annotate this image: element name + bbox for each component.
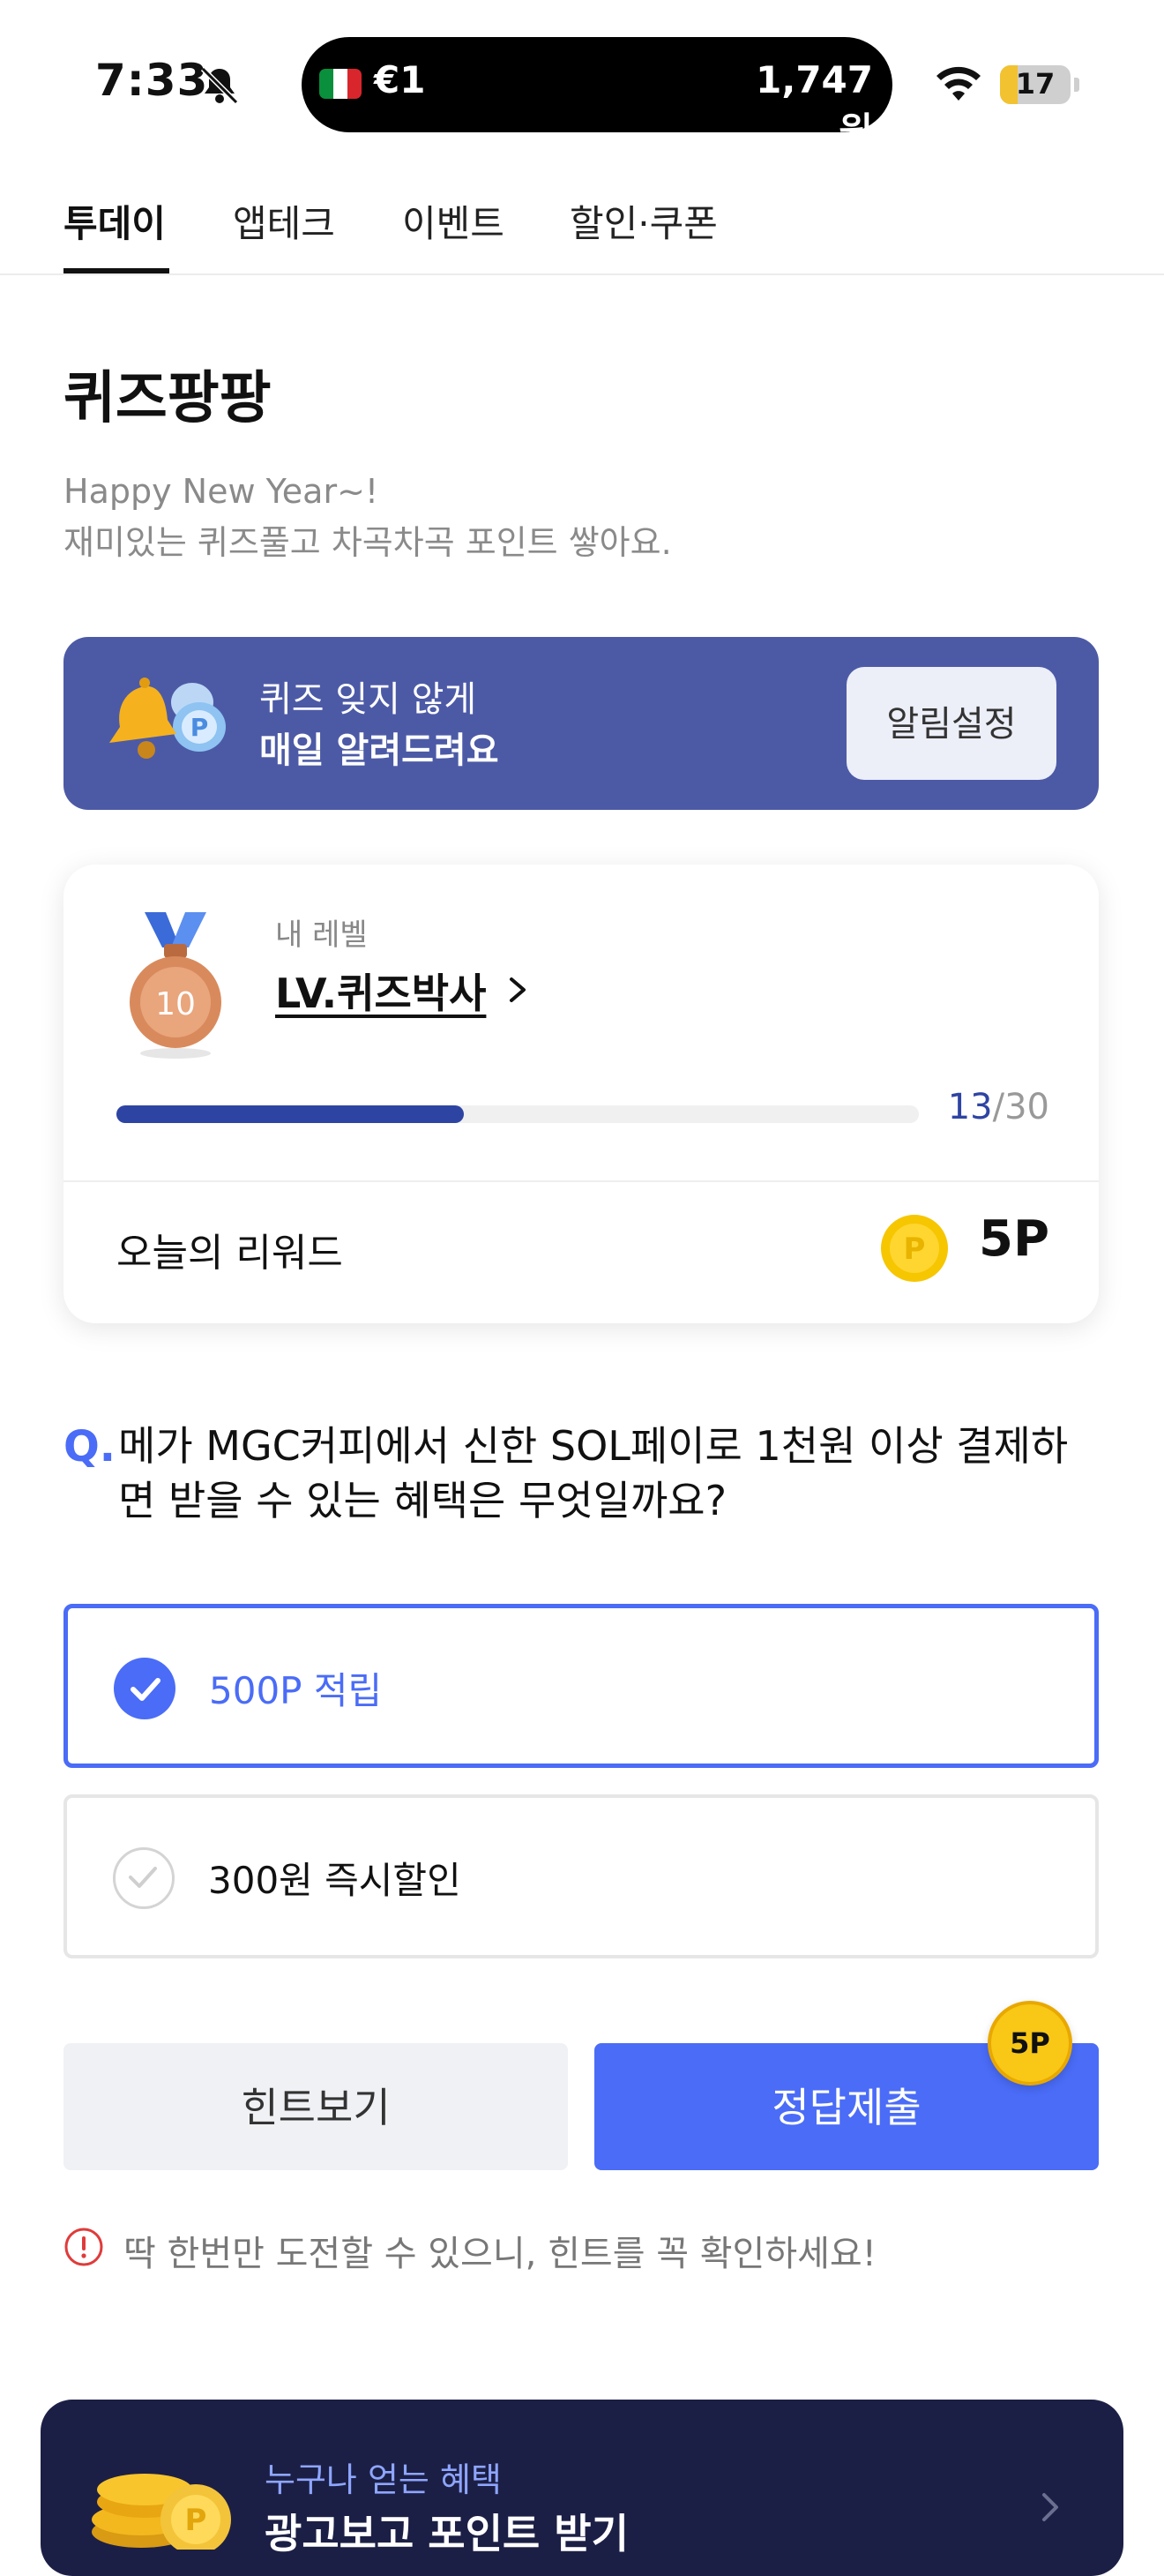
page-title: 퀴즈팡팡: [63, 366, 272, 431]
svg-text:P: P: [904, 1232, 926, 1267]
active-tab-indicator: [63, 268, 169, 273]
coin-stack-icon: P: [92, 2474, 231, 2550]
page-subtitle: Happy New Year~! 재미있는 퀴즈풀고 차곡차곡 포인트 쌓아요.: [63, 472, 672, 562]
bronze-medal-icon: 10: [130, 912, 221, 1059]
tab-bar: 투데이 앱테크 이벤트 할인·쿠폰: [0, 185, 1164, 275]
card-divider: [63, 1180, 1099, 1182]
question-mark: Q.: [63, 1422, 116, 1471]
chevron-right-icon[interactable]: [504, 972, 531, 1007]
checked-icon: [114, 1658, 175, 1719]
tab-today[interactable]: 투데이: [63, 194, 166, 248]
live-activity-amount: €1: [374, 58, 426, 101]
level-name-link[interactable]: LV.퀴즈박사: [275, 962, 486, 1020]
submit-reward-badge: 5P: [988, 2001, 1072, 2086]
chevron-right-icon: [1042, 2493, 1058, 2521]
banner-text-2: 매일 알려드려요: [259, 730, 499, 771]
svg-text:10: 10: [155, 986, 196, 1022]
svg-text:P: P: [190, 713, 209, 742]
level-progress-fill: [116, 1105, 465, 1123]
today-reward-value: 5P: [978, 1210, 1049, 1268]
promo-title: 광고보고 포인트 받기: [265, 2510, 629, 2557]
level-progress-bar: [116, 1105, 919, 1123]
battery-nub: [1074, 78, 1079, 92]
banner-text-1: 퀴즈 잊지 않게: [259, 679, 477, 720]
status-time: 7:33: [95, 55, 209, 106]
tab-apptech[interactable]: 앱테크: [233, 194, 335, 248]
question-text: 메가 MGC커피에서 신한 SOL페이로 1천원 이상 결제하면 받을 수 있는…: [118, 1422, 1069, 1524]
answer-option-2[interactable]: 300원 즉시할인: [63, 1794, 1099, 1958]
answer-option-label: 300원 즉시할인: [208, 1859, 461, 1902]
warning-icon: [64, 2228, 103, 2266]
bell-off-icon: [200, 66, 239, 105]
today-reward-label: 오늘의 리워드: [116, 1231, 343, 1276]
answer-option-label: 500P 적립: [209, 1669, 383, 1712]
level-progress-text: 13/30: [947, 1087, 1049, 1127]
alarm-settings-button[interactable]: 알림설정: [847, 667, 1056, 780]
unchecked-icon: [113, 1847, 175, 1909]
bell-coin-icon: P: [109, 678, 226, 759]
live-activity-balance: 1,747원: [756, 58, 873, 153]
tab-event[interactable]: 이벤트: [402, 194, 504, 248]
tab-discount-coupon[interactable]: 할인·쿠폰: [570, 194, 718, 248]
battery-indicator: 17: [1000, 65, 1071, 104]
hint-button[interactable]: 힌트보기: [63, 2043, 568, 2170]
level-caption: 내 레벨: [275, 917, 368, 953]
italy-flag-icon: [319, 69, 362, 99]
promo-subtitle: 누구나 얻는 혜택: [265, 2460, 502, 2499]
answer-option-1[interactable]: 500P 적립: [63, 1604, 1099, 1768]
wifi-icon: [936, 66, 981, 101]
point-coin-icon: P: [881, 1215, 948, 1282]
svg-text:P: P: [185, 2503, 207, 2538]
warning-text: 딱 한번만 도전할 수 있으니, 힌트를 꼭 확인하세요!: [123, 2234, 877, 2274]
